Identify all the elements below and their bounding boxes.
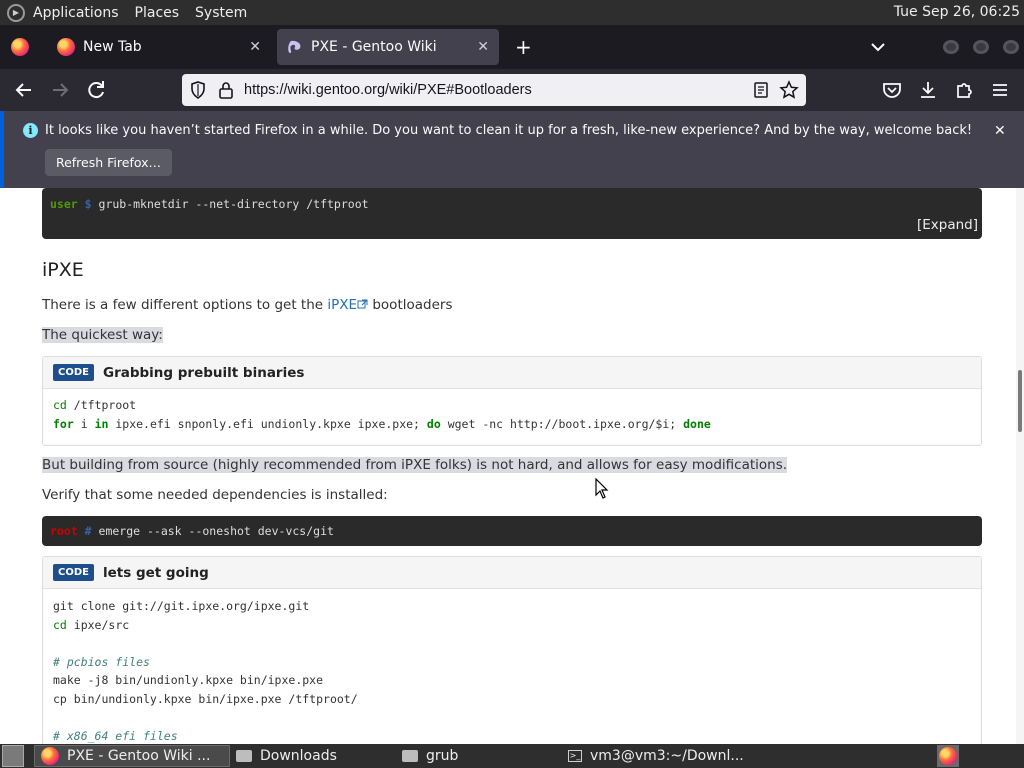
maximize-button[interactable] bbox=[973, 40, 989, 54]
info-icon: i bbox=[23, 123, 38, 138]
gentoo-favicon-icon bbox=[288, 40, 301, 53]
menu-places[interactable]: Places bbox=[135, 5, 180, 21]
downloads-icon[interactable] bbox=[916, 78, 940, 102]
pocket-icon[interactable] bbox=[880, 78, 904, 102]
tab-new-tab[interactable]: New Tab ✕ bbox=[47, 29, 271, 65]
minimize-button[interactable] bbox=[943, 40, 959, 54]
top-panel: ▶ Applications Places System Tue Sep 26,… bbox=[0, 0, 1024, 25]
tracking-shield-icon[interactable] bbox=[188, 80, 208, 100]
tab-strip: New Tab ✕ PXE - Gentoo Wiki ✕ + bbox=[0, 25, 1024, 69]
url-bar[interactable]: https://wiki.gentoo.org/wiki/PXE#Bootloa… bbox=[182, 74, 806, 106]
mouse-cursor-icon bbox=[595, 478, 609, 499]
code-block-prebuilt: CODE Grabbing prebuilt binaries cd /tftp… bbox=[42, 356, 982, 446]
code-block-header: CODE Grabbing prebuilt binaries bbox=[43, 357, 981, 389]
firefox-icon bbox=[939, 747, 957, 765]
tab-title: New Tab bbox=[83, 39, 142, 55]
code-block-header: CODE lets get going bbox=[43, 557, 981, 589]
back-arrow-icon[interactable] bbox=[12, 78, 36, 102]
panel-clock[interactable]: Tue Sep 26, 06:25 bbox=[894, 4, 1020, 20]
terminal-icon: >_ bbox=[568, 750, 582, 762]
expand-link[interactable]: [Expand] bbox=[917, 217, 978, 233]
intro-paragraph: There is a few different options to get … bbox=[42, 297, 453, 313]
menu-system[interactable]: System bbox=[195, 5, 247, 21]
reload-icon[interactable] bbox=[84, 78, 108, 102]
terminal-block: root # emerge --ask --oneshot dev-vcs/gi… bbox=[42, 516, 982, 546]
workspace-switcher[interactable] bbox=[937, 745, 959, 767]
close-window-button[interactable] bbox=[1003, 40, 1019, 54]
navigation-toolbar: https://wiki.gentoo.org/wiki/PXE#Bootloa… bbox=[0, 69, 1024, 111]
section-heading: iPXE bbox=[42, 259, 84, 281]
quickest-paragraph: The quickest way: bbox=[42, 327, 163, 343]
code-block-title: lets get going bbox=[102, 564, 209, 581]
forward-arrow-icon[interactable] bbox=[48, 78, 72, 102]
hamburger-menu-icon[interactable] bbox=[988, 78, 1012, 102]
reader-view-icon[interactable] bbox=[751, 80, 771, 100]
terminal-line: user $ grub-mknetdir --net-directory /tf… bbox=[50, 197, 369, 211]
code-block-build: CODE lets get going git clone git://git.… bbox=[42, 556, 982, 744]
tab-close-icon[interactable]: ✕ bbox=[477, 39, 489, 55]
building-paragraph: But building from source (highly recomme… bbox=[42, 457, 788, 473]
firefox-icon bbox=[41, 747, 59, 765]
scrollbar-thumb[interactable] bbox=[1018, 370, 1022, 432]
page-content: user $ grub-mknetdir --net-directory /tf… bbox=[0, 188, 1016, 744]
refresh-firefox-button[interactable]: Refresh Firefox… bbox=[45, 149, 172, 176]
firefox-icon bbox=[57, 38, 75, 56]
notification-message: It looks like you haven’t started Firefo… bbox=[45, 123, 973, 138]
tab-title: PXE - Gentoo Wiki bbox=[311, 39, 437, 55]
taskbar: PXE - Gentoo Wiki ... Downloads grub >_ … bbox=[0, 744, 1024, 768]
code-badge: CODE bbox=[53, 364, 94, 381]
code-block-title: Grabbing prebuilt binaries bbox=[102, 364, 305, 381]
notification-bar: i It looks like you haven’t started Fire… bbox=[0, 111, 1024, 188]
new-tab-button[interactable]: + bbox=[515, 35, 532, 59]
distro-logo-icon[interactable]: ▶ bbox=[7, 3, 25, 22]
chevron-down-icon[interactable] bbox=[868, 37, 888, 57]
bookmark-star-icon[interactable] bbox=[779, 80, 799, 100]
code-badge: CODE bbox=[53, 564, 94, 581]
folder-icon bbox=[402, 750, 418, 762]
folder-icon bbox=[236, 750, 252, 762]
verify-paragraph: Verify that some needed dependencies is … bbox=[42, 487, 388, 503]
ipxe-link[interactable]: iPXE bbox=[327, 297, 357, 313]
firefox-view-button[interactable] bbox=[0, 38, 40, 56]
taskbar-item-terminal[interactable]: >_ vm3@vm3:~/Downl... bbox=[562, 745, 762, 767]
terminal-block: user $ grub-mknetdir --net-directory /tf… bbox=[42, 188, 982, 239]
page-scrollbar[interactable] bbox=[1016, 188, 1024, 744]
menu-applications[interactable]: Applications bbox=[33, 5, 119, 21]
code-block-body: cd /tftproot for i in ipxe.efi snponly.e… bbox=[43, 389, 981, 443]
external-link-icon bbox=[357, 299, 368, 309]
close-notification-icon[interactable]: ✕ bbox=[994, 123, 1006, 139]
show-desktop-button[interactable] bbox=[2, 745, 24, 767]
url-text[interactable]: https://wiki.gentoo.org/wiki/PXE#Bootloa… bbox=[244, 82, 532, 98]
tab-close-icon[interactable]: ✕ bbox=[249, 39, 261, 55]
taskbar-item-firefox[interactable]: PXE - Gentoo Wiki ... bbox=[34, 745, 230, 767]
code-block-body: git clone git://git.ipxe.org/ipxe.git cd… bbox=[43, 589, 981, 744]
taskbar-item-downloads[interactable]: Downloads bbox=[230, 745, 396, 767]
terminal-line: root # emerge --ask --oneshot dev-vcs/gi… bbox=[50, 524, 334, 538]
taskbar-item-grub[interactable]: grub bbox=[396, 745, 562, 767]
tab-pxe-gentoo-wiki[interactable]: PXE - Gentoo Wiki ✕ bbox=[277, 29, 499, 65]
firefox-icon bbox=[11, 38, 29, 56]
extensions-icon[interactable] bbox=[952, 78, 976, 102]
lock-icon[interactable] bbox=[216, 80, 236, 100]
